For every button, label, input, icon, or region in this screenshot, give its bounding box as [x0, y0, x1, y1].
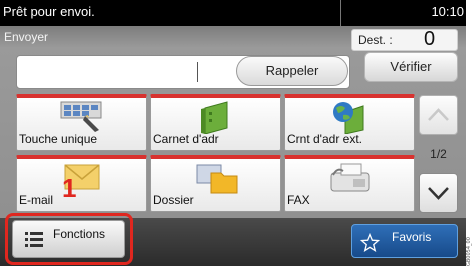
destination-count: 0: [424, 28, 436, 50]
fax-button[interactable]: FAX: [284, 155, 415, 212]
page-indicator: 1/2: [430, 147, 447, 161]
functions-label: Fonctions: [53, 227, 106, 241]
favorites-label: Favoris: [392, 230, 432, 244]
chevron-up-icon: [428, 108, 449, 121]
list-icon: [25, 232, 43, 247]
chevron-down-icon: [428, 187, 449, 200]
page-scroller: 1/2: [419, 95, 458, 217]
fax-icon: [323, 161, 377, 200]
destination-label: Dest. :: [358, 33, 393, 47]
verify-button[interactable]: Vérifier: [364, 52, 458, 82]
text-cursor: [197, 62, 198, 82]
tile-label: FAX: [287, 193, 310, 207]
favorites-button[interactable]: Favoris: [351, 224, 458, 258]
folder-icon: [189, 161, 243, 200]
tile-label: Touche unique: [19, 132, 98, 146]
functions-button[interactable]: Fonctions: [12, 220, 125, 258]
tile-label: E-mail: [19, 193, 54, 207]
figure-code: GB0054_00: [466, 237, 472, 266]
destination-counter: Dest. : 0: [351, 28, 458, 51]
status-divider: [340, 0, 341, 26]
scroll-down-button[interactable]: [419, 173, 458, 213]
tile-label: Carnet d'adr: [153, 132, 219, 146]
email-button[interactable]: E-mail: [16, 155, 147, 212]
folder-button[interactable]: Dossier: [150, 155, 281, 212]
screen-title: Envoyer: [4, 30, 49, 44]
status-message: Prêt pour envoi.: [3, 4, 95, 19]
clock: 10:10: [431, 4, 464, 19]
address-book-button[interactable]: Carnet d'adr: [150, 94, 281, 151]
recall-button[interactable]: Rappeler: [236, 56, 348, 86]
tile-label: Crnt d'adr ext.: [287, 132, 362, 146]
external-address-book-button[interactable]: Crnt d'adr ext.: [284, 94, 415, 151]
star-icon: [360, 233, 380, 253]
status-bar: Prêt pour envoi. 10:10: [0, 0, 466, 26]
one-touch-key-button[interactable]: Touche unique: [16, 94, 147, 151]
step-number: 1: [62, 173, 77, 203]
tile-label: Dossier: [153, 193, 194, 207]
scroll-up-button[interactable]: [419, 95, 458, 135]
